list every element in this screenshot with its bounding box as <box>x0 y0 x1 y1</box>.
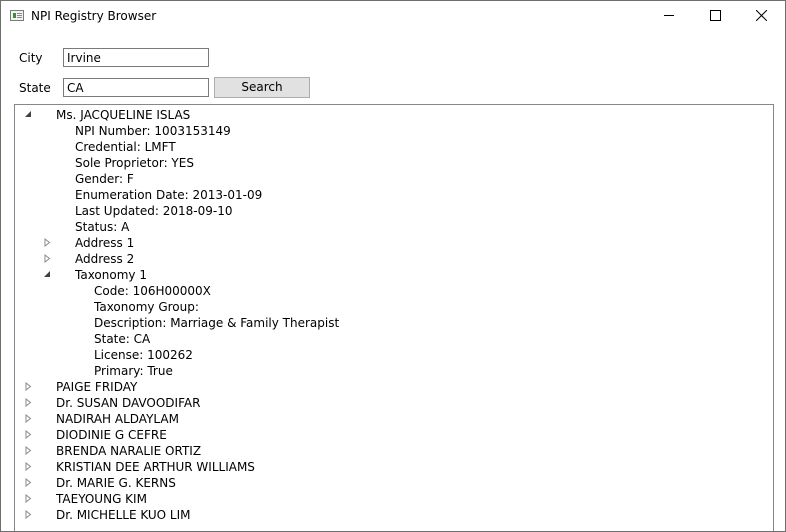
city-label: City <box>19 51 43 65</box>
tree-item-provider[interactable]: TAEYOUNG KIM <box>56 491 147 507</box>
tree-item-detail[interactable]: Status: A <box>75 219 129 235</box>
app-window: NPI Registry Browser City State Search M… <box>0 0 786 532</box>
expand-icon[interactable] <box>24 382 33 391</box>
tree-item-provider[interactable]: Dr. SUSAN DAVOODIFAR <box>56 395 200 411</box>
tree-item-taxonomy-detail[interactable]: Code: 106H00000X <box>94 283 211 299</box>
state-label: State <box>19 81 51 95</box>
close-icon <box>756 10 767 21</box>
expand-icon[interactable] <box>24 398 33 407</box>
expand-icon[interactable] <box>43 254 52 263</box>
expand-icon[interactable] <box>43 238 52 247</box>
maximize-button[interactable] <box>693 1 739 31</box>
collapse-icon[interactable] <box>24 110 33 119</box>
expand-icon[interactable] <box>24 494 33 503</box>
minimize-icon <box>664 15 674 16</box>
tree-item-provider[interactable]: NADIRAH ALDAYLAM <box>56 411 179 427</box>
tree-item-taxonomy[interactable]: Taxonomy 1 <box>75 267 147 283</box>
tree-item-provider[interactable]: Dr. MICHELLE KUO LIM <box>56 507 191 523</box>
tree-item-detail[interactable]: Sole Proprietor: YES <box>75 155 194 171</box>
close-button[interactable] <box>739 1 785 31</box>
tree-item-address[interactable]: Address 1 <box>75 235 134 251</box>
tree-item-taxonomy-detail[interactable]: Primary: True <box>94 363 173 379</box>
tree-item-taxonomy-detail[interactable]: State: CA <box>94 331 150 347</box>
maximize-icon <box>710 10 721 21</box>
tree-item-detail[interactable]: Last Updated: 2018-09-10 <box>75 203 232 219</box>
tree-item-address[interactable]: Address 2 <box>75 251 134 267</box>
tree-item-provider[interactable]: KRISTIAN DEE ARTHUR WILLIAMS <box>56 459 255 475</box>
expand-icon[interactable] <box>24 446 33 455</box>
title-bar[interactable]: NPI Registry Browser <box>1 1 785 31</box>
tree-item-taxonomy-detail[interactable]: License: 100262 <box>94 347 193 363</box>
app-icon <box>10 10 24 21</box>
tree-item-provider[interactable]: BRENDA NARALIE ORTIZ <box>56 443 201 459</box>
tree-item-taxonomy-detail[interactable]: Description: Marriage & Family Therapist <box>94 315 339 331</box>
window-title: NPI Registry Browser <box>31 9 157 23</box>
provider-tree[interactable]: Ms. JACQUELINE ISLAS NPI Number: 10031531… <box>14 104 774 531</box>
expand-icon[interactable] <box>24 510 33 519</box>
tree-item-provider[interactable]: DIODINIE G CEFRE <box>56 427 167 443</box>
tree-item-detail[interactable]: NPI Number: 1003153149 <box>75 123 231 139</box>
tree-item-detail[interactable]: Gender: F <box>75 171 134 187</box>
city-input[interactable] <box>63 48 209 67</box>
minimize-button[interactable] <box>647 1 693 31</box>
expand-icon[interactable] <box>24 430 33 439</box>
state-input[interactable] <box>63 78 209 97</box>
search-button[interactable]: Search <box>214 77 310 98</box>
tree-item-taxonomy-detail[interactable]: Taxonomy Group: <box>94 299 199 315</box>
expand-icon[interactable] <box>24 414 33 423</box>
tree-item-provider[interactable]: Ms. JACQUELINE ISLAS <box>56 107 190 123</box>
expand-icon[interactable] <box>24 462 33 471</box>
tree-item-provider[interactable]: Dr. MARIE G. KERNS <box>56 475 176 491</box>
tree-item-detail[interactable]: Credential: LMFT <box>75 139 176 155</box>
tree-item-detail[interactable]: Enumeration Date: 2013-01-09 <box>75 187 262 203</box>
tree-item-provider[interactable]: PAIGE FRIDAY <box>56 379 137 395</box>
collapse-icon[interactable] <box>43 270 52 279</box>
expand-icon[interactable] <box>24 478 33 487</box>
